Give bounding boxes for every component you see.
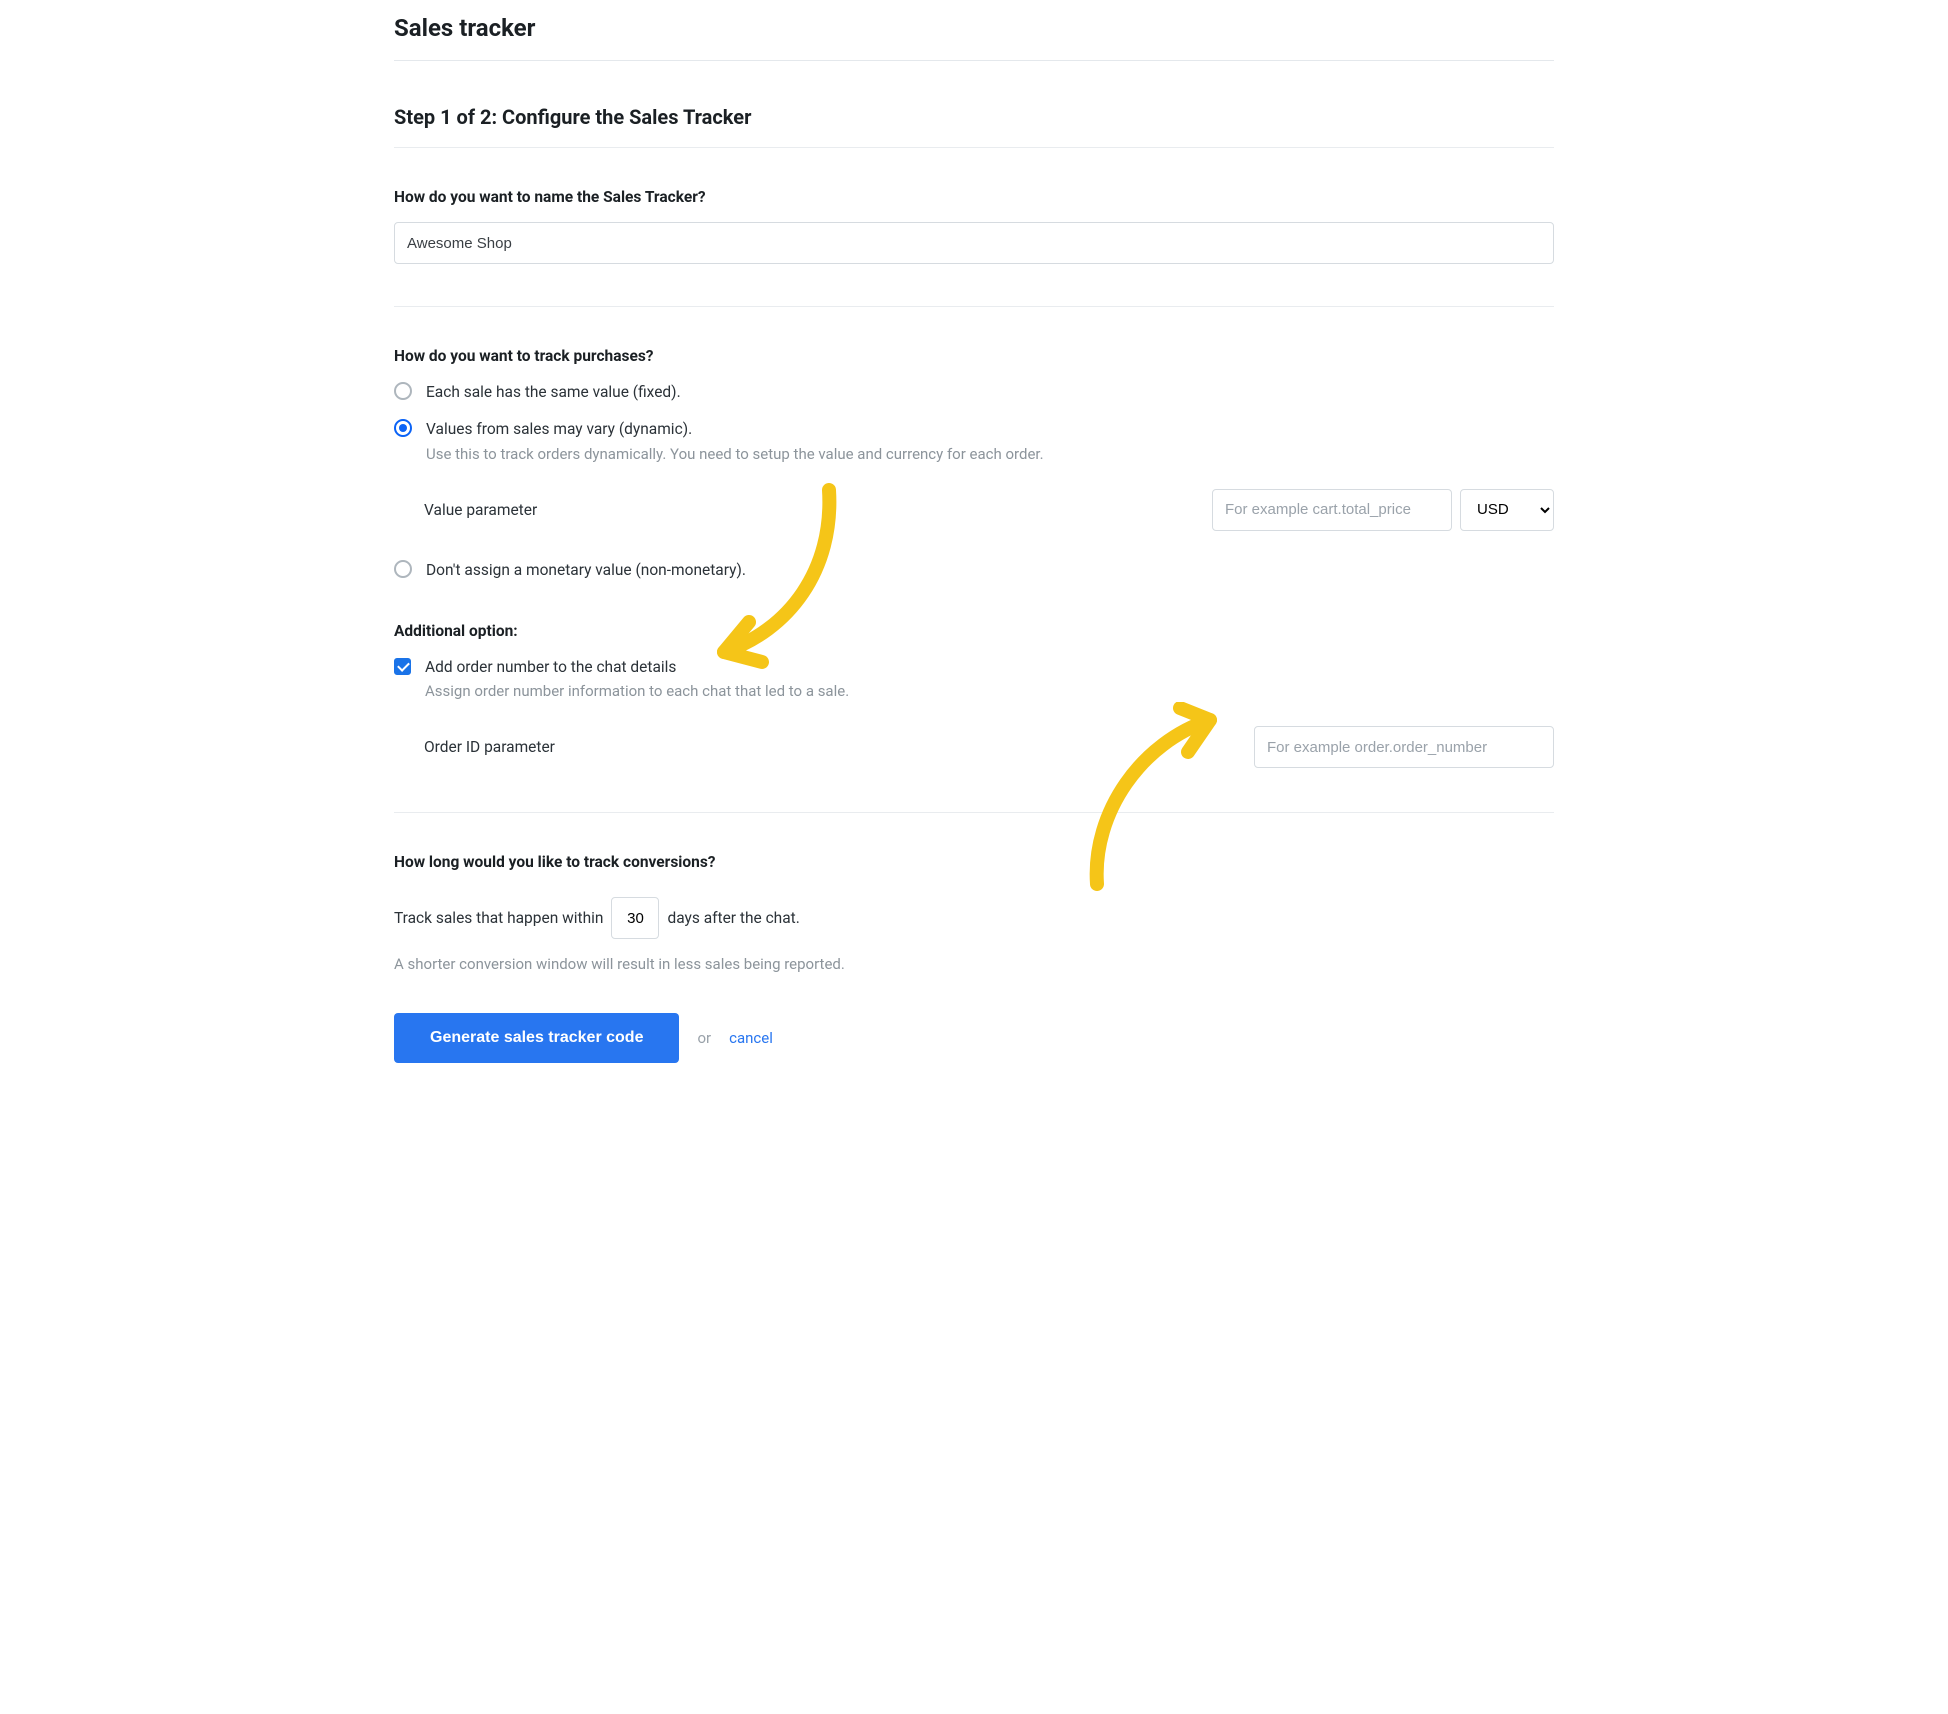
page-title: Sales tracker	[394, 14, 1554, 42]
conversion-days-input[interactable]	[611, 897, 659, 939]
additional-header: Additional option:	[394, 622, 1554, 640]
track-question: How do you want to track purchases?	[394, 347, 1554, 365]
checkbox-order-number[interactable]	[394, 658, 411, 675]
conversion-sentence-after: days after the chat.	[667, 909, 799, 927]
orderid-input[interactable]	[1254, 726, 1554, 768]
value-param-label: Value parameter	[424, 501, 537, 519]
or-text: or	[697, 1029, 711, 1047]
tracker-name-input[interactable]	[394, 222, 1554, 264]
cancel-link[interactable]: cancel	[729, 1029, 773, 1047]
radio-dynamic[interactable]	[394, 419, 412, 437]
checkbox-order-note: Assign order number information to each …	[425, 682, 849, 700]
currency-select[interactable]: USD	[1460, 489, 1554, 531]
radio-nonmonetary[interactable]	[394, 560, 412, 578]
radio-dynamic-label: Values from sales may vary (dynamic).	[426, 418, 1044, 441]
page-header: Sales tracker	[394, 0, 1554, 61]
radio-fixed[interactable]	[394, 382, 412, 400]
generate-button[interactable]: Generate sales tracker code	[394, 1013, 679, 1063]
conversion-hint: A shorter conversion window will result …	[394, 955, 1554, 973]
radio-dynamic-note: Use this to track orders dynamically. Yo…	[426, 445, 1044, 463]
radio-fixed-label: Each sale has the same value (fixed).	[426, 381, 681, 404]
conversion-question: How long would you like to track convers…	[394, 853, 1554, 871]
orderid-label: Order ID parameter	[424, 738, 555, 756]
step-title: Step 1 of 2: Configure the Sales Tracker	[394, 105, 1554, 129]
checkbox-order-label: Add order number to the chat details	[425, 656, 849, 679]
radio-nonmonetary-label: Don't assign a monetary value (non-monet…	[426, 559, 746, 582]
name-question: How do you want to name the Sales Tracke…	[394, 188, 1554, 206]
conversion-sentence-before: Track sales that happen within	[394, 909, 603, 927]
value-param-input[interactable]	[1212, 489, 1452, 531]
